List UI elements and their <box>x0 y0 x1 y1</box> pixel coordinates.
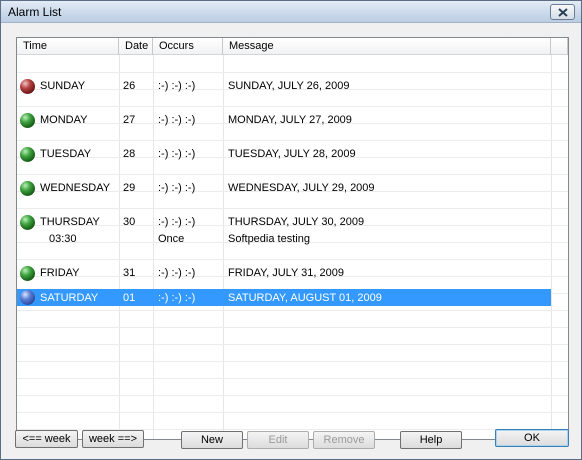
row-day[interactable]: THURSDAY <box>40 215 100 229</box>
row-occurs[interactable]: :-) :-) :-) <box>158 215 195 229</box>
alarm-status-icon <box>20 79 35 94</box>
column-divider <box>223 55 224 439</box>
alarm-status-icon <box>20 181 35 196</box>
row-date[interactable]: 28 <box>123 147 135 161</box>
row-grid-line <box>17 208 568 209</box>
row-date[interactable]: 30 <box>123 215 135 229</box>
alarm-status-icon <box>20 266 35 281</box>
row-day[interactable]: SUNDAY <box>40 79 85 93</box>
row-date[interactable]: 29 <box>123 181 135 195</box>
alarm-list-window: Alarm List Time Date Occurs Message SUND… <box>0 0 582 460</box>
edit-button[interactable]: Edit <box>247 431 309 449</box>
row-occurs[interactable]: :-) :-) :-) <box>158 113 195 127</box>
ok-button[interactable]: OK <box>495 429 569 447</box>
alarm-status-icon <box>20 147 35 162</box>
new-button[interactable]: New <box>181 431 243 449</box>
row-message[interactable]: SUNDAY, JULY 26, 2009 <box>228 79 349 93</box>
row-grid-line <box>17 361 568 362</box>
row-day[interactable]: WEDNESDAY <box>40 181 110 195</box>
row-message[interactable]: THURSDAY, JULY 30, 2009 <box>228 215 364 229</box>
row-occurs[interactable]: :-) :-) :-) <box>158 181 195 195</box>
row-date[interactable]: 31 <box>123 266 135 280</box>
column-header-date[interactable]: Date <box>119 38 153 55</box>
alarm-status-icon <box>20 113 35 128</box>
row-grid-line <box>17 310 568 311</box>
row-grid-line <box>17 344 568 345</box>
alarm-status-icon <box>20 290 35 305</box>
row-grid-line <box>17 327 568 328</box>
row-date[interactable]: 27 <box>123 113 135 127</box>
row-occurs[interactable]: :-) :-) :-) <box>158 147 195 161</box>
column-header-filler <box>551 38 568 55</box>
row-occurs[interactable]: :-) :-) :-) <box>158 291 195 305</box>
alarm-time[interactable]: 03:30 <box>49 232 77 246</box>
alarm-occurs[interactable]: Once <box>158 232 184 246</box>
row-date[interactable]: 01 <box>123 291 135 305</box>
row-grid-line <box>17 395 568 396</box>
row-grid-line <box>17 378 568 379</box>
alarm-message[interactable]: Softpedia testing <box>228 232 310 246</box>
column-header-time[interactable]: Time <box>17 38 119 55</box>
alarm-list[interactable]: Time Date Occurs Message SUNDAY 26 :-) :… <box>16 37 569 440</box>
remove-button[interactable]: Remove <box>313 431 375 449</box>
row-grid-line <box>17 140 568 141</box>
list-header: Time Date Occurs Message <box>17 38 568 55</box>
row-date[interactable]: 26 <box>123 79 135 93</box>
column-divider <box>551 55 552 439</box>
row-message[interactable]: SATURDAY, AUGUST 01, 2009 <box>228 291 382 305</box>
row-day[interactable]: TUESDAY <box>40 147 91 161</box>
window-title: Alarm List <box>8 5 62 19</box>
dialog-client: Time Date Occurs Message SUNDAY 26 :-) :… <box>2 24 581 459</box>
row-grid-line <box>17 106 568 107</box>
row-grid-line <box>17 259 568 260</box>
row-grid-line <box>17 412 568 413</box>
row-message[interactable]: MONDAY, JULY 27, 2009 <box>228 113 352 127</box>
help-button[interactable]: Help <box>400 431 462 449</box>
row-day[interactable]: SATURDAY <box>40 291 98 305</box>
previous-week-button[interactable]: <== week <box>15 430 78 448</box>
column-header-occurs[interactable]: Occurs <box>153 38 223 55</box>
row-grid-line <box>17 72 568 73</box>
row-grid-line <box>17 174 568 175</box>
close-button[interactable] <box>550 4 575 20</box>
column-divider <box>119 55 120 439</box>
column-header-message[interactable]: Message <box>223 38 551 55</box>
row-day[interactable]: MONDAY <box>40 113 87 127</box>
row-message[interactable]: TUESDAY, JULY 28, 2009 <box>228 147 356 161</box>
title-bar: Alarm List <box>1 1 581 23</box>
next-week-button[interactable]: week ==> <box>82 430 144 448</box>
row-message[interactable]: FRIDAY, JULY 31, 2009 <box>228 266 344 280</box>
row-day[interactable]: FRIDAY <box>40 266 80 280</box>
close-icon <box>557 7 568 17</box>
row-occurs[interactable]: :-) :-) :-) <box>158 266 195 280</box>
alarm-status-icon <box>20 215 35 230</box>
row-occurs[interactable]: :-) :-) :-) <box>158 79 195 93</box>
column-divider <box>153 55 154 439</box>
row-message[interactable]: WEDNESDAY, JULY 29, 2009 <box>228 181 375 195</box>
